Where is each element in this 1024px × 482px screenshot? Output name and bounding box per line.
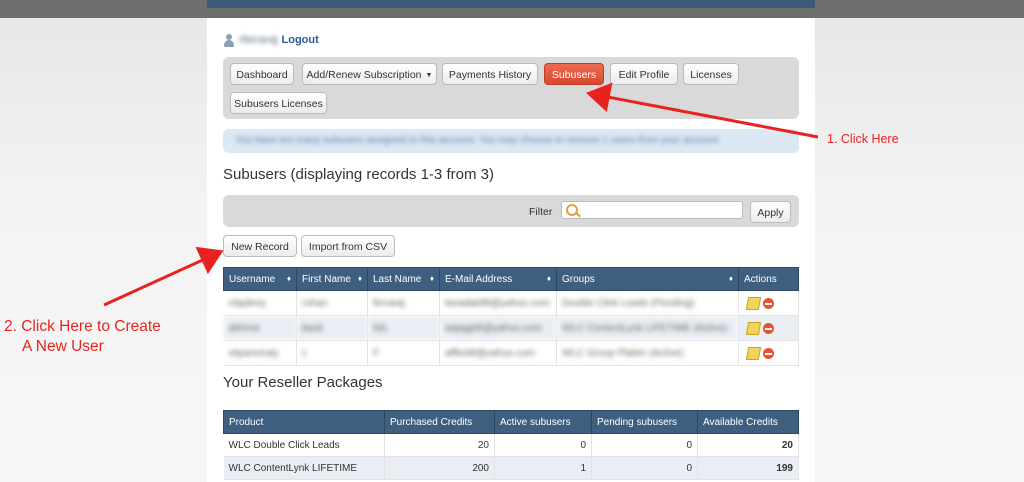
annotation-step2-line1: 2. Click Here to Create: [4, 318, 161, 335]
arrow-to-subusers-tab: [586, 82, 819, 139]
annotation-step2-line2: A New User: [22, 338, 104, 355]
arrow-to-new-record: [103, 246, 224, 307]
annotation-arrows: [103, 82, 819, 307]
annotation-step1: 1. Click Here: [827, 132, 899, 146]
